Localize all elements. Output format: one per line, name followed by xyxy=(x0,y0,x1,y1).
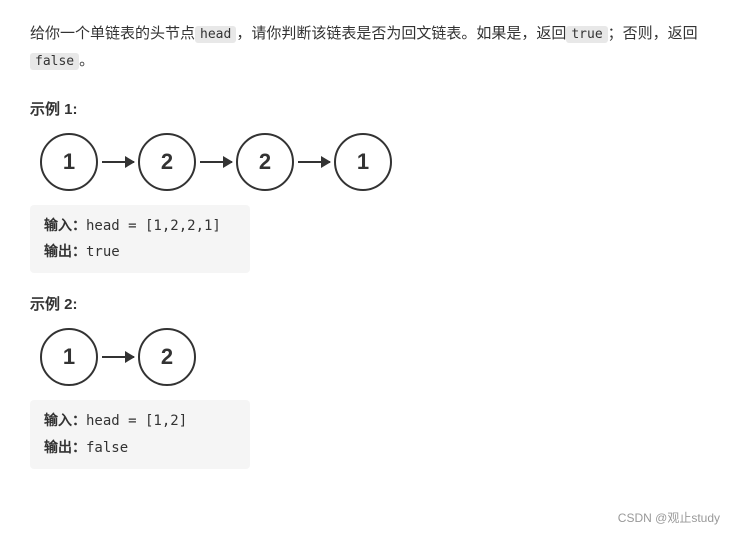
example-1: 示例 1:1221输入：head = [1,2,2,1]输出：true xyxy=(30,98,710,273)
node-1: 2 xyxy=(138,133,196,191)
examples-container: 示例 1:1221输入：head = [1,2,2,1]输出：true示例 2:… xyxy=(30,98,710,469)
arrow-1 xyxy=(200,161,232,163)
example-1-title: 示例 1: xyxy=(30,98,710,119)
false-code-inline: false xyxy=(30,53,79,70)
desc-semicolon: ；否则，返回 xyxy=(608,25,698,42)
example-2-input-label: 输入： xyxy=(44,412,86,428)
example-2-input-line: 输入：head = [1,2] xyxy=(44,408,236,434)
example-1-input-value: head = [1,2,2,1] xyxy=(86,218,221,234)
watermark: CSDN @观止study xyxy=(618,509,720,526)
arrow-line-1 xyxy=(200,161,232,163)
example-2-diagram: 12 xyxy=(40,328,710,386)
example-1-output-value: true xyxy=(86,244,120,260)
example-1-output-label: 输出： xyxy=(44,243,86,259)
example-2-output-label: 输出： xyxy=(44,439,86,455)
example-1-info: 输入：head = [1,2,2,1]输出：true xyxy=(30,205,250,273)
node-3: 1 xyxy=(334,133,392,191)
example-1-output-line: 输出：true xyxy=(44,239,236,265)
example-2-output-value: false xyxy=(86,440,128,456)
arrow-line-0 xyxy=(102,161,134,163)
node-0: 1 xyxy=(40,328,98,386)
example-2-output-line: 输出：false xyxy=(44,435,236,461)
arrow-2 xyxy=(298,161,330,163)
arrow-line-0 xyxy=(102,356,134,358)
desc-suffix: 。 xyxy=(79,52,94,69)
example-1-input-label: 输入： xyxy=(44,217,86,233)
example-1-diagram: 1221 xyxy=(40,133,710,191)
node-0: 1 xyxy=(40,133,98,191)
head-code-inline: head xyxy=(195,26,236,43)
desc-middle: ，请你判断该链表是否为回文链表。如果是，返回 xyxy=(236,25,566,42)
example-1-input-line: 输入：head = [1,2,2,1] xyxy=(44,213,236,239)
example-2-title: 示例 2: xyxy=(30,293,710,314)
arrow-line-2 xyxy=(298,161,330,163)
example-2-info: 输入：head = [1,2]输出：false xyxy=(30,400,250,468)
example-2: 示例 2:12输入：head = [1,2]输出：false xyxy=(30,293,710,468)
arrow-0 xyxy=(102,356,134,358)
true-code-inline: true xyxy=(566,26,607,43)
arrow-0 xyxy=(102,161,134,163)
node-1: 2 xyxy=(138,328,196,386)
desc-prefix: 给你一个单链表的头节点 xyxy=(30,25,195,42)
problem-description: 给你一个单链表的头节点head，请你判断该链表是否为回文链表。如果是，返回tru… xyxy=(30,20,710,74)
node-2: 2 xyxy=(236,133,294,191)
example-2-input-value: head = [1,2] xyxy=(86,413,187,429)
